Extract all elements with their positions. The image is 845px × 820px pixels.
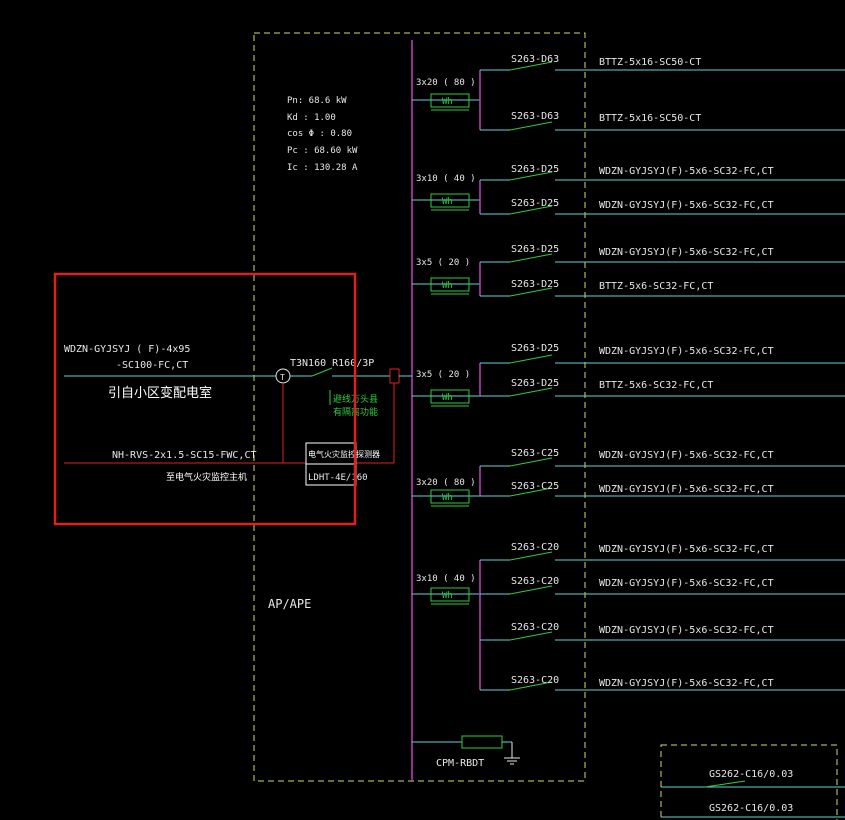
svg-text:Wh: Wh: [442, 493, 453, 503]
meter-rating: 3x10 ( 40 ): [416, 174, 476, 184]
monitor-device-line2: LDHT-4E/160: [308, 473, 368, 483]
meter: Wh 3x20 ( 80 ): [412, 466, 481, 507]
breaker-icon: [509, 457, 553, 467]
circuit-breaker: S263-D25: [511, 244, 559, 255]
meter-rating: 3x20 ( 80 ): [416, 478, 476, 488]
circuit-breaker: S263-C25: [511, 448, 559, 459]
circuit-breaker: S263-C25: [511, 481, 559, 492]
circuit-cable: WDZN-GYJSYJ(F)-5x6-SC32-FC,CT: [599, 544, 774, 555]
circuit-cable: WDZN-GYJSYJ(F)-5x6-SC32-FC,CT: [599, 200, 774, 211]
monitor-device-line1: 电气火灾监控探测器: [308, 449, 380, 459]
main-breaker-label: T3N160 R160/3P: [290, 358, 374, 369]
svg-text:T: T: [280, 373, 285, 382]
circuit-cable: WDZN-GYJSYJ(F)-5x6-SC32-FC,CT: [599, 678, 774, 689]
circuit-cable: WDZN-GYJSYJ(F)-5x6-SC32-FC,CT: [599, 484, 774, 495]
meters: Wh 3x20 ( 80 ) Wh 3x10 ( 40 ) Wh 3x5 ( 2…: [412, 70, 481, 690]
circuit-cable: WDZN-GYJSYJ(F)-5x6-SC32-FC,CT: [599, 247, 774, 258]
circuit-breaker: S263-D25: [511, 343, 559, 354]
circuit-row: S263-D25 BTTZ-5x6-SC32-FC,CT: [480, 279, 845, 297]
meter-rating: 3x5 ( 20 ): [416, 370, 470, 380]
circuit-breaker: S263-D25: [511, 378, 559, 389]
param-pc: Pc : 68.60 kW: [287, 146, 358, 156]
sub-panel: GS262-C16/0.03 GS262-C16/0.03: [661, 769, 845, 818]
param-ic: Ic : 130.28 A: [287, 163, 358, 173]
breaker-icon: [509, 354, 553, 364]
circuit-row: S263-C20 WDZN-GYJSYJ(F)-5x6-SC32-FC,CT: [480, 622, 845, 641]
sub-breaker: GS262-C16/0.03: [709, 803, 793, 814]
circuit-row: S263-C25 WDZN-GYJSYJ(F)-5x6-SC32-FC,CT: [480, 481, 845, 497]
breaker-icon: [509, 585, 553, 595]
meter: Wh 3x5 ( 20 ): [412, 363, 481, 407]
meter-rating: 3x20 ( 80 ): [416, 78, 476, 88]
circuit-row: S263-D25 WDZN-GYJSYJ(F)-5x6-SC32-FC,CT: [480, 164, 845, 181]
sub-breaker: GS262-C16/0.03: [709, 769, 793, 780]
circuit-row: S263-D25 WDZN-GYJSYJ(F)-5x6-SC32-FC,CT: [480, 343, 845, 364]
circuit-cable: BTTZ-5x6-SC32-FC,CT: [599, 281, 713, 292]
meter-rating: 3x10 ( 40 ): [416, 574, 476, 584]
circuits: S263-D63 BTTZ-5x16-SC50-CT S263-D63 BTTZ…: [480, 54, 845, 691]
circuit-cable: WDZN-GYJSYJ(F)-5x6-SC32-FC,CT: [599, 450, 774, 461]
svg-text:Wh: Wh: [442, 393, 453, 403]
circuit-breaker: S263-C20: [511, 576, 559, 587]
spd-icon: [461, 735, 503, 749]
circuit-cable: BTTZ-5x6-SC32-FC,CT: [599, 380, 713, 391]
param-cos: cos Φ : 0.80: [287, 129, 352, 139]
circuit-cable: WDZN-GYJSYJ(F)-5x6-SC32-FC,CT: [599, 578, 774, 589]
meter: Wh 3x10 ( 40 ): [412, 174, 481, 214]
incoming-cable-line2: -SC100-FC,CT: [116, 360, 188, 371]
main-breaker-icon: [311, 367, 333, 377]
sensor-icon: [389, 368, 400, 384]
circuit-breaker: S263-D63: [511, 54, 559, 65]
circuit-breaker: S263-D25: [511, 198, 559, 209]
meter: Wh 3x20 ( 80 ): [412, 70, 481, 130]
circuit-row: S263-C20 WDZN-GYJSYJ(F)-5x6-SC32-FC,CT: [480, 576, 845, 595]
surge-protector: CPM-RBDT: [412, 735, 520, 769]
circuit-cable: WDZN-GYJSYJ(F)-5x6-SC32-FC,CT: [599, 346, 774, 357]
incoming-feeder: WDZN-GYJSYJ ( F)-4x95 -SC100-FC,CT 引自小区变…: [64, 344, 412, 486]
svg-text:Wh: Wh: [442, 591, 453, 601]
circuit-row: S263-D63 BTTZ-5x16-SC50-CT: [480, 54, 845, 71]
circuit-row: S263-D63 BTTZ-5x16-SC50-CT: [480, 111, 845, 131]
incoming-source: 引自小区变配电室: [108, 385, 212, 401]
panel-params: Pn: 68.6 kW Kd : 1.00 cos Φ : 0.80 Pc : …: [287, 96, 358, 173]
param-pn: Pn: 68.6 kW: [287, 96, 347, 106]
circuit-cable: WDZN-GYJSYJ(F)-5x6-SC32-FC,CT: [599, 625, 774, 636]
meter: Wh 3x5 ( 20 ): [412, 258, 481, 296]
circuit-breaker: S263-C20: [511, 542, 559, 553]
breaker-icon: [509, 121, 553, 131]
circuit-row: S263-C20 WDZN-GYJSYJ(F)-5x6-SC32-FC,CT: [480, 675, 845, 691]
incoming-cable-line1: WDZN-GYJSYJ ( F)-4x95: [64, 344, 190, 355]
panel-label: AP/APE: [268, 597, 311, 611]
breaker-icon: [509, 631, 553, 641]
circuit-cable: BTTZ-5x16-SC50-CT: [599, 113, 701, 124]
breaker-icon: [704, 780, 746, 788]
svg-text:Wh: Wh: [442, 97, 453, 107]
circuit-cable: WDZN-GYJSYJ(F)-5x6-SC32-FC,CT: [599, 166, 774, 177]
meter-rating: 3x5 ( 20 ): [416, 258, 470, 268]
circuit-breaker: S263-D25: [511, 164, 559, 175]
breaker-icon: [509, 387, 553, 397]
monitor-cable: NH-RVS-2x1.5-SC15-FWC,CT: [112, 450, 257, 461]
param-kd: Kd : 1.00: [287, 113, 336, 123]
breaker-icon: [509, 551, 553, 561]
circuit-row: S263-D25 WDZN-GYJSYJ(F)-5x6-SC32-FC,CT: [480, 244, 845, 263]
meter: Wh 3x10 ( 40 ): [412, 560, 481, 690]
circuit-breaker: S263-D63: [511, 111, 559, 122]
circuit-breaker: S263-D25: [511, 279, 559, 290]
spd-label: CPM-RBDT: [436, 758, 484, 769]
svg-text:Wh: Wh: [442, 197, 453, 207]
circuit-breaker: S263-C20: [511, 675, 559, 686]
svg-text:Wh: Wh: [442, 281, 453, 291]
circuit-breaker: S263-C20: [511, 622, 559, 633]
circuit-row: S263-C20 WDZN-GYJSYJ(F)-5x6-SC32-FC,CT: [480, 542, 845, 561]
circuit-row: S263-D25 WDZN-GYJSYJ(F)-5x6-SC32-FC,CT: [480, 198, 845, 215]
circuit-cable: BTTZ-5x16-SC50-CT: [599, 57, 701, 68]
circuit-row: S263-C25 WDZN-GYJSYJ(F)-5x6-SC32-FC,CT: [480, 448, 845, 467]
wiring-diagram: Pn: 68.6 kW Kd : 1.00 cos Φ : 0.80 Pc : …: [53, 32, 845, 820]
monitor-dest: 至电气火灾监控主机: [166, 471, 247, 483]
breaker-icon: [509, 253, 553, 263]
circuit-row: S263-D25 BTTZ-5x6-SC32-FC,CT: [480, 378, 845, 397]
